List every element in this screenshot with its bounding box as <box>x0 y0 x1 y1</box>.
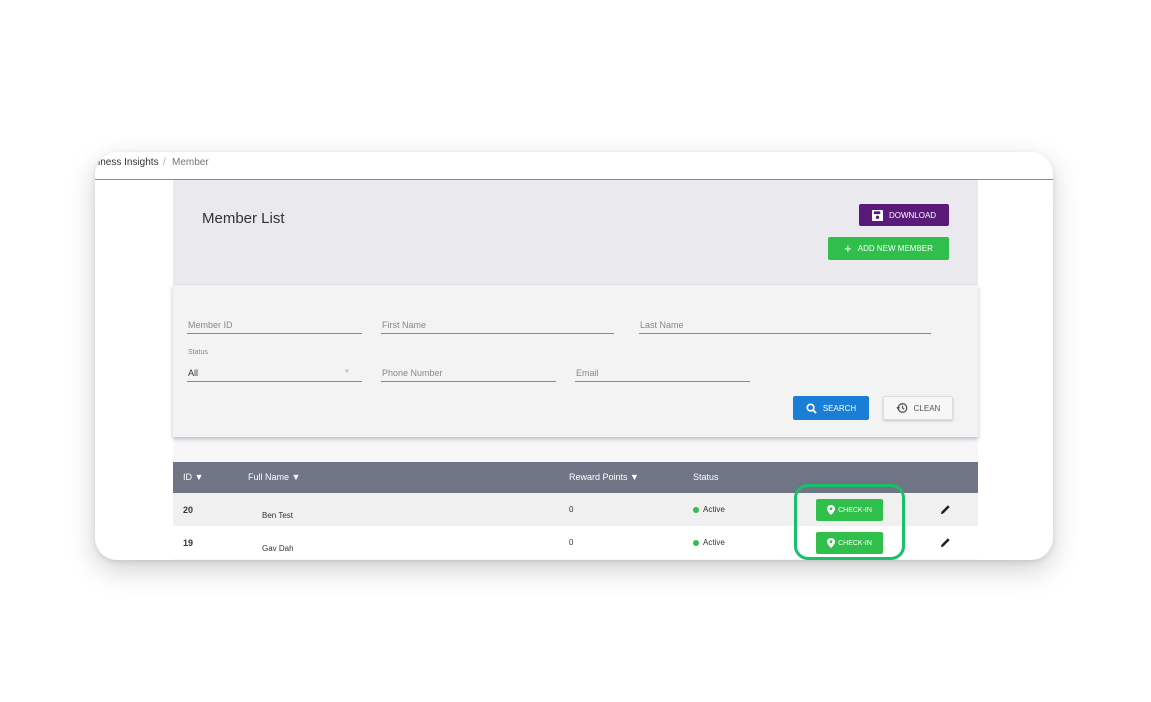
phone-placeholder: Phone Number <box>382 368 443 378</box>
edit-icon[interactable] <box>940 504 951 515</box>
column-reward-points[interactable]: Reward Points ▼ <box>569 472 639 482</box>
download-button[interactable]: DOWNLOAD <box>859 204 949 226</box>
column-status: Status <box>693 472 719 482</box>
search-button[interactable]: SEARCH <box>793 396 869 420</box>
status-value: All <box>188 368 199 378</box>
column-id[interactable]: ID ▼ <box>183 472 203 482</box>
member-id-field[interactable]: Member ID <box>187 315 362 334</box>
phone-number-field[interactable]: Phone Number <box>381 363 556 382</box>
status-select[interactable]: Status All ▼ <box>187 349 362 382</box>
history-icon <box>896 403 908 413</box>
breadcrumb-separator: / <box>163 157 166 168</box>
row-points: 0 <box>569 538 574 547</box>
row-name: Gav Dah <box>262 544 294 553</box>
add-new-member-button[interactable]: + ADD NEW MEMBER <box>828 237 949 260</box>
status-text: Active <box>703 538 725 547</box>
row-id: 20 <box>183 505 194 515</box>
save-icon <box>871 209 883 221</box>
search-icon <box>806 402 817 414</box>
column-full-name[interactable]: Full Name ▼ <box>248 472 300 482</box>
email-placeholder: Email <box>576 368 599 378</box>
status-dot-icon <box>693 539 699 546</box>
email-field[interactable]: Email <box>575 363 750 382</box>
row-id: 19 <box>183 538 194 548</box>
edit-icon[interactable] <box>940 537 951 548</box>
last-name-field[interactable]: Last Name <box>639 315 931 334</box>
first-name-placeholder: First Name <box>382 320 427 330</box>
status-dot-icon <box>693 506 699 513</box>
search-label: SEARCH <box>822 403 857 413</box>
breadcrumb-current: Member <box>172 157 209 168</box>
row-points: 0 <box>569 505 574 514</box>
chevron-down-icon: ▼ <box>344 369 350 375</box>
last-name-placeholder: Last Name <box>640 320 684 330</box>
status-badge: Active <box>693 505 725 514</box>
clean-button[interactable]: CLEAN <box>883 396 953 420</box>
check-in-highlight <box>794 484 905 560</box>
download-label: DOWNLOAD <box>888 210 937 220</box>
status-badge: Active <box>693 538 725 547</box>
page-header: Member List DOWNLOAD + ADD NEW MEMBER <box>173 180 978 285</box>
filter-panel: Member ID First Name Last Name Status Al… <box>173 285 978 437</box>
row-name: Ben Test <box>262 511 293 520</box>
breadcrumb: siness Insights / Member <box>95 152 1053 180</box>
breadcrumb-parent[interactable]: siness Insights <box>95 157 159 168</box>
page-title: Member List <box>202 210 285 227</box>
clean-label: CLEAN <box>913 403 941 413</box>
member-id-placeholder: Member ID <box>188 320 233 330</box>
status-text: Active <box>703 505 725 514</box>
plus-icon: + <box>844 240 852 256</box>
first-name-field[interactable]: First Name <box>381 315 614 334</box>
app-window: siness Insights / Member Member List DOW… <box>95 152 1053 560</box>
add-label: ADD NEW MEMBER <box>857 244 933 253</box>
status-label: Status <box>188 349 208 356</box>
